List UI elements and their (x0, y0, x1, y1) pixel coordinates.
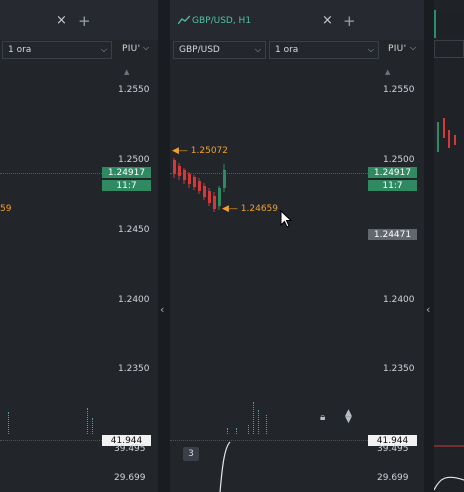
expand-vertical-icon[interactable]: ▲ ▼ (345, 409, 352, 425)
candle-body (213, 196, 216, 209)
timeframe-select[interactable]: 1 ora ⌵ (2, 41, 112, 59)
price-axis[interactable]: ▲ 1.2550 1.2500 1.24917 11:7 1.24471 1.2… (368, 60, 419, 492)
timeframe-select[interactable]: 1 ora ⌵ (269, 41, 379, 59)
chevron-down-icon: ⌵ (367, 45, 374, 54)
candle-body (203, 186, 206, 197)
left-arrow-icon: ◀— (222, 204, 238, 214)
chart-panel-gbpusd: GBP/USD, H1 × + GBP/USD ⌵ 1 ora ⌵ PIU' ⌵… (170, 0, 430, 492)
scale-mode-button[interactable]: PIU' (388, 44, 406, 54)
symbol-value: GBP/USD (179, 45, 220, 55)
scroll-up-icon[interactable]: ▲ (385, 68, 390, 76)
tab-bar: × + (0, 0, 158, 40)
candle-body (193, 177, 196, 187)
panel-divider[interactable]: ‹ (158, 0, 170, 492)
add-tab-icon[interactable]: + (343, 12, 356, 30)
line-chart-icon (178, 15, 190, 25)
chart-toolbar: 1 ora ⌵ PIU' ⌵ (0, 40, 158, 60)
timeframe-value: 1 ora (275, 45, 299, 55)
chart-toolbar: GBP/USD ⌵ 1 ora ⌵ PIU' ⌵ (170, 40, 430, 60)
scale-mode-button[interactable]: PIU' (122, 44, 140, 54)
candle-body (223, 170, 226, 188)
candle-body (218, 188, 221, 206)
candlestick-series (434, 118, 464, 491)
countdown-tag: 11:7 (102, 180, 151, 191)
candle-body (208, 191, 211, 203)
mouse-pointer-icon (280, 210, 293, 228)
price-axis[interactable]: ▲ 1.2550 1.2500 1.24917 11:7 1.2450 1.24… (102, 60, 158, 492)
collapse-left-icon[interactable]: ‹ (160, 303, 164, 316)
current-price-tag: 1.24917 (368, 167, 417, 178)
indicator-count-badge[interactable]: 3 (183, 447, 199, 461)
candle-body (178, 166, 181, 176)
price-chart[interactable]: 59 (0, 60, 110, 441)
close-tab-icon[interactable]: × (322, 13, 333, 28)
add-tab-icon[interactable]: + (78, 12, 91, 30)
chart-panel-right-partial (434, 0, 464, 492)
lock-icon[interactable]: 🔒︎ (320, 412, 325, 423)
collapse-left-icon[interactable]: ‹ (426, 303, 430, 316)
candle-body (198, 181, 201, 191)
timeframe-value: 1 ora (8, 45, 32, 55)
chevron-down-icon: ⌵ (254, 45, 261, 54)
candle-body (173, 160, 176, 174)
low-price-label: ◀— 1.24659 (222, 204, 279, 214)
candle-body (188, 174, 191, 184)
candlestick-series (173, 158, 226, 212)
chart-panel-left: × + 1 ora ⌵ PIU' ⌵ 59 ▲ 1.2550 1.2500 1.… (0, 0, 158, 492)
close-tab-icon[interactable]: × (56, 13, 67, 28)
indicator-line (219, 441, 231, 492)
chevron-down-icon[interactable]: ⌵ (143, 43, 149, 53)
scroll-up-icon[interactable]: ▲ (124, 68, 129, 76)
low-price-label: 59 (0, 204, 12, 214)
candle-body (183, 170, 186, 180)
tab-title[interactable]: GBP/USD, H1 (192, 16, 251, 26)
tab-bar: GBP/USD, H1 × + (170, 0, 430, 40)
price-chart[interactable]: ◀— 1.25072 ◀— 1.24659 🔒︎ ▲ ▼ (170, 60, 368, 441)
chevron-down-icon[interactable]: ⌵ (410, 43, 416, 53)
panel-divider[interactable]: ‹ (424, 0, 434, 492)
chevron-down-icon: ⌵ (100, 45, 107, 54)
high-price-label: ◀— 1.25072 (172, 146, 229, 156)
symbol-select[interactable]: GBP/USD ⌵ (173, 41, 266, 59)
left-arrow-icon: ◀— (172, 146, 188, 156)
countdown-tag: 11:7 (368, 180, 417, 191)
crosshair-price-tag: 1.24471 (368, 229, 417, 240)
current-price-tag: 1.24917 (102, 167, 151, 178)
